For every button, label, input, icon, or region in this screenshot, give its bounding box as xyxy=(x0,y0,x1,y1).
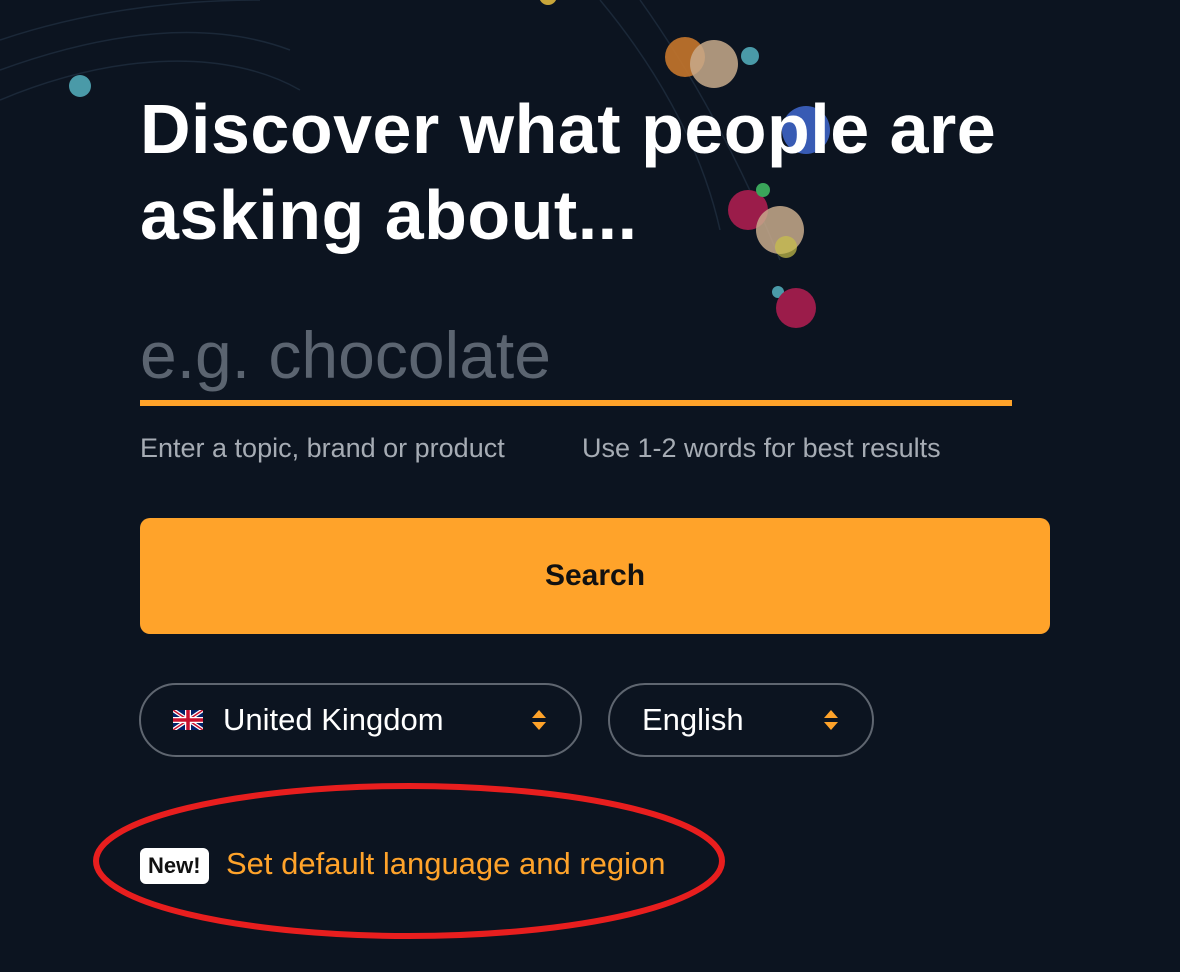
search-hint-topic: Enter a topic, brand or product xyxy=(140,433,505,463)
search-hint-words: Use 1-2 words for best results xyxy=(582,433,941,463)
set-default-language-region-link[interactable]: Set default language and region xyxy=(226,844,666,884)
uk-flag-icon xyxy=(173,710,203,730)
search-page: Discover what people are asking about...… xyxy=(0,0,1180,972)
up-down-chevron-icon xyxy=(824,710,838,730)
search-input[interactable] xyxy=(140,310,1012,406)
country-select-value: United Kingdom xyxy=(223,702,444,737)
page-headline: Discover what people are asking about... xyxy=(140,90,997,254)
country-select[interactable]: United Kingdom xyxy=(139,683,582,757)
new-badge: New! xyxy=(140,848,209,884)
search-button[interactable]: Search xyxy=(140,518,1050,634)
search-field-container xyxy=(140,310,1012,412)
language-select-value: English xyxy=(642,702,744,737)
language-select[interactable]: English xyxy=(608,683,874,757)
up-down-chevron-icon xyxy=(532,710,546,730)
